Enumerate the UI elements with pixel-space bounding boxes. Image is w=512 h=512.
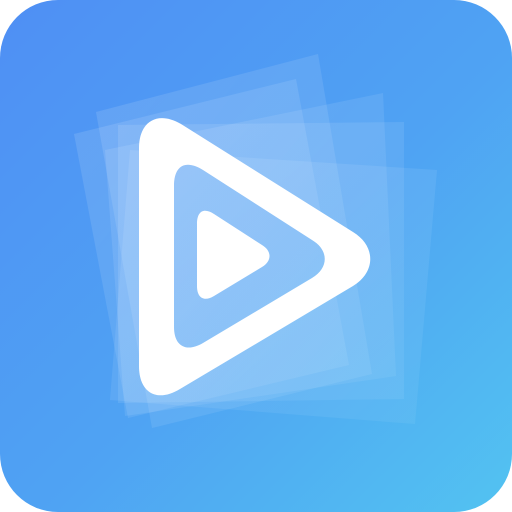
app-icon-graphic: [0, 0, 512, 512]
app-icon[interactable]: [0, 0, 512, 512]
